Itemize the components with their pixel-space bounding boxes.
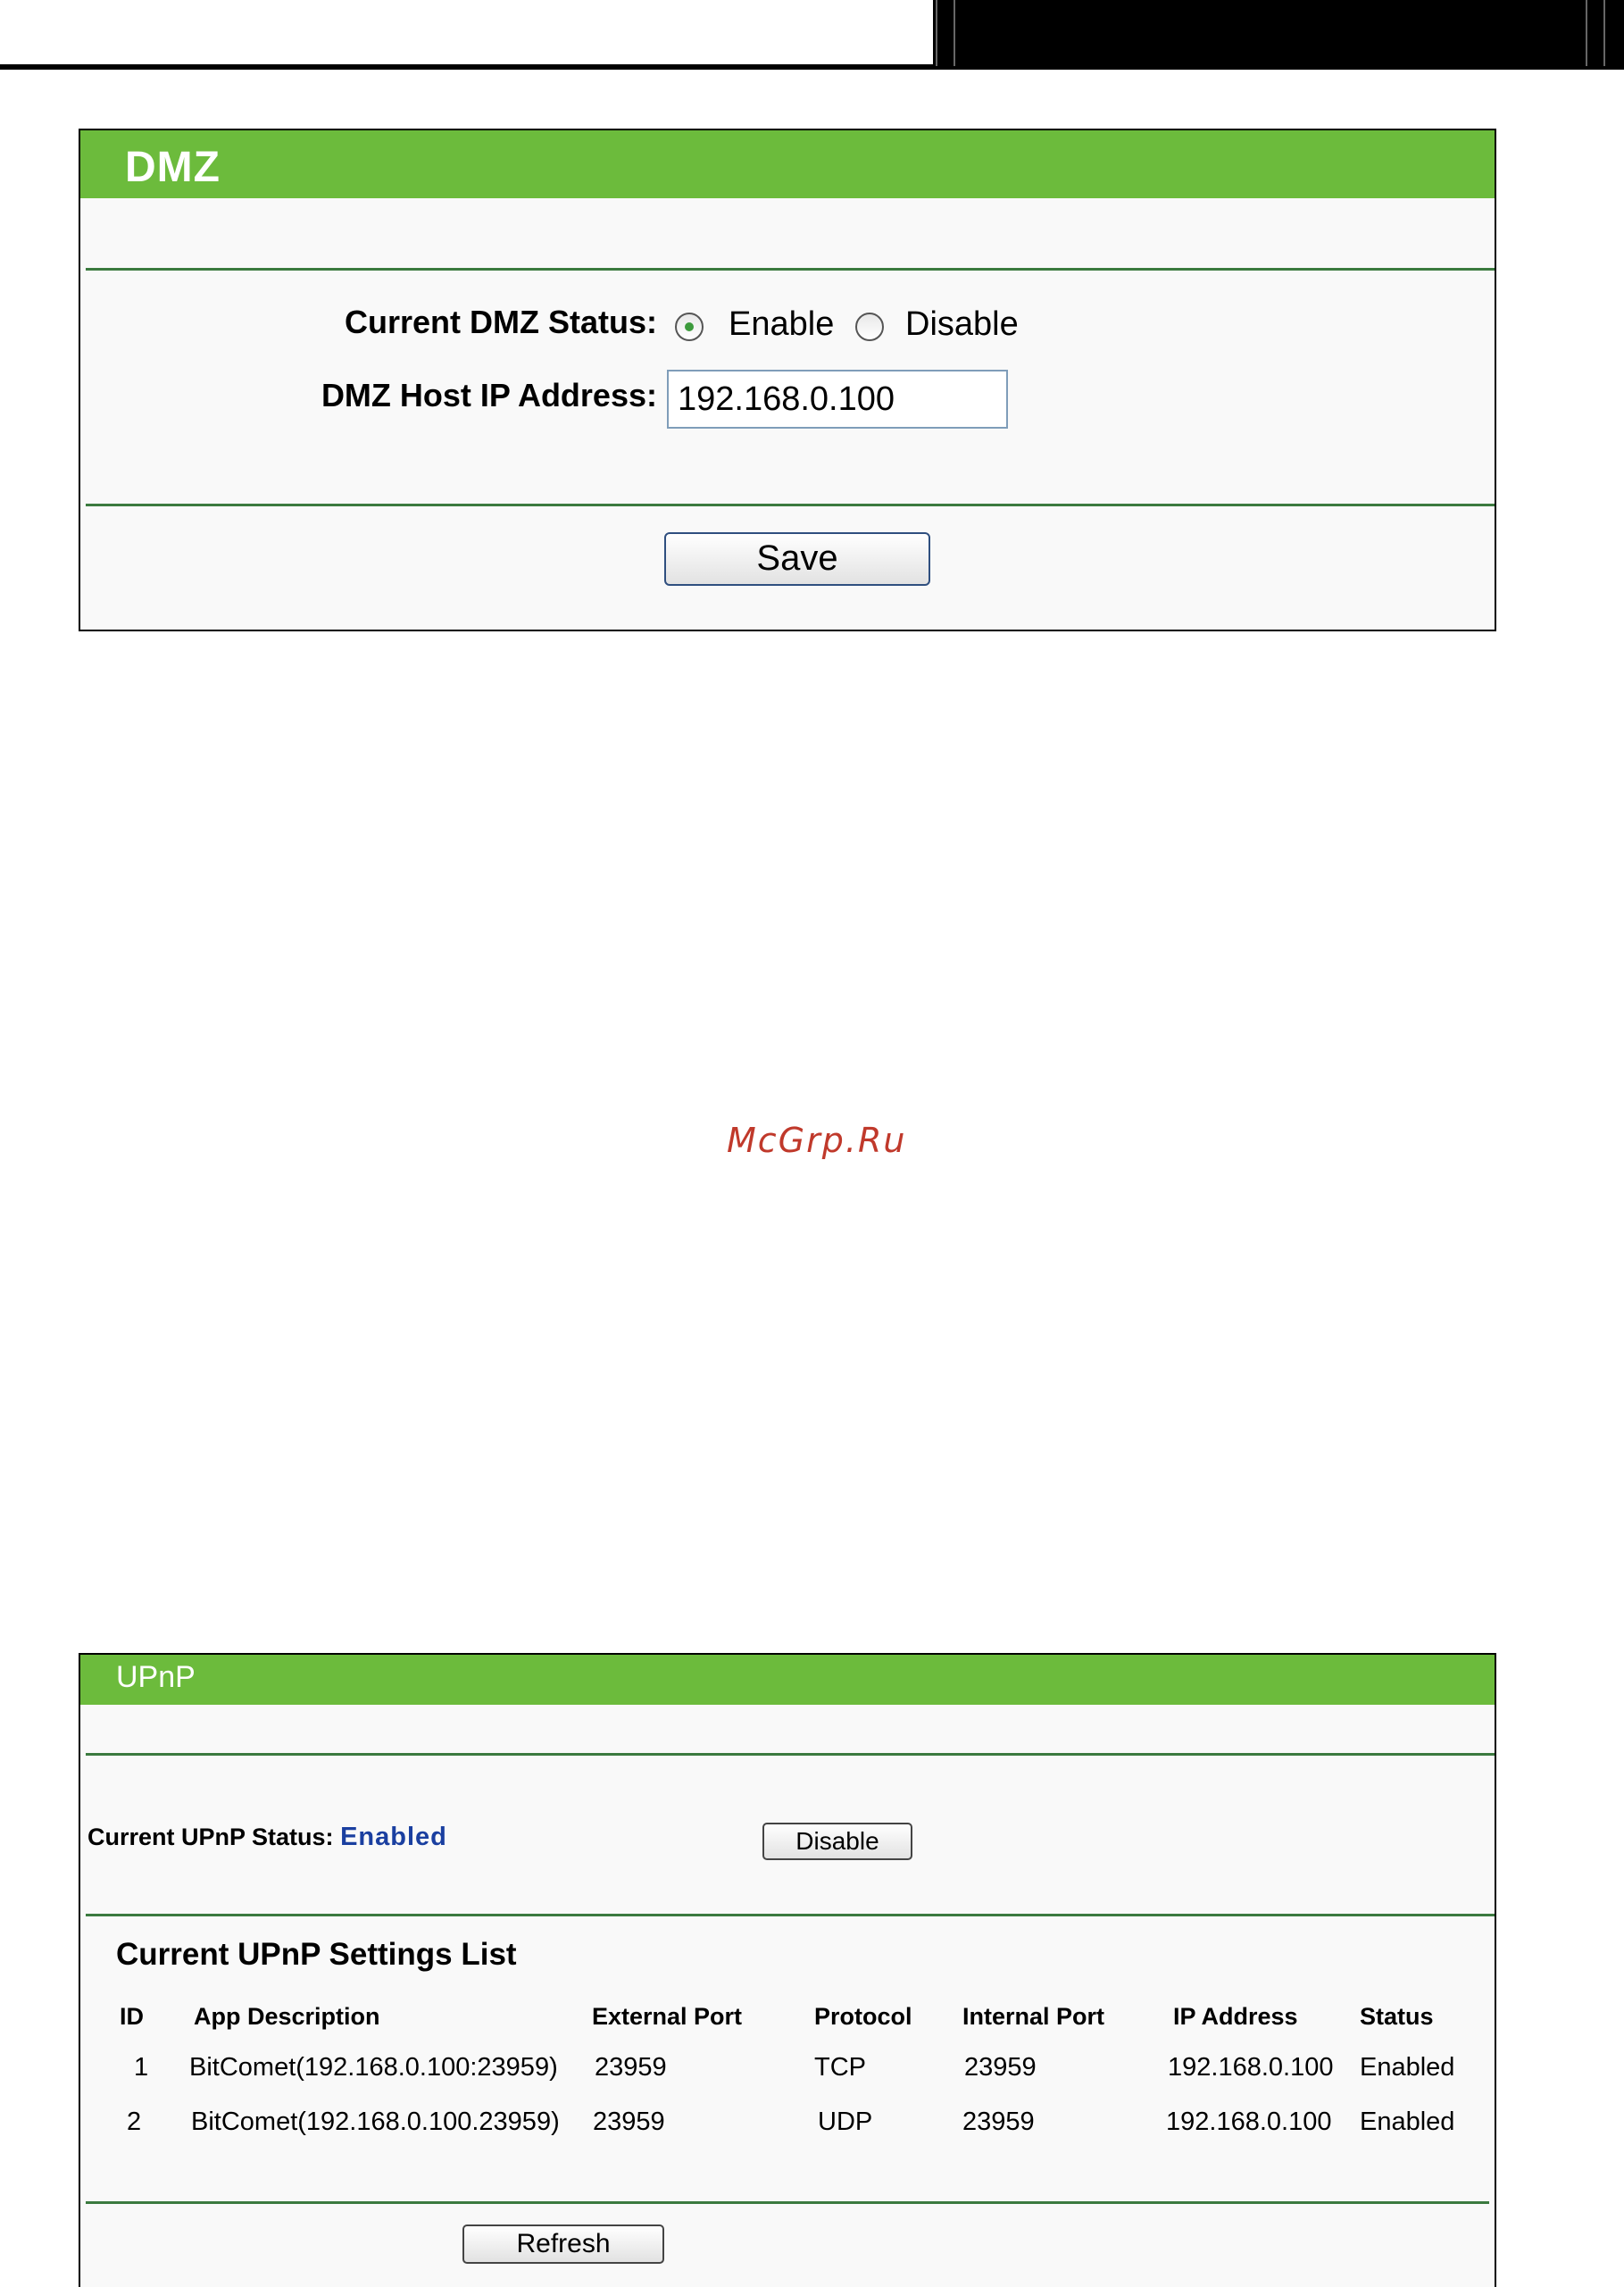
cell-internal-port: 23959 bbox=[964, 2053, 1037, 2082]
save-button[interactable]: Save bbox=[664, 532, 930, 586]
dmz-host-ip-input[interactable] bbox=[667, 370, 1008, 429]
enable-radio-label[interactable]: Enable bbox=[729, 305, 834, 344]
divider bbox=[86, 268, 1495, 271]
col-header-status: Status bbox=[1360, 2003, 1434, 2030]
col-header-internal-port: Internal Port bbox=[962, 2003, 1105, 2030]
upnp-disable-button[interactable]: Disable bbox=[762, 1823, 912, 1860]
divider bbox=[86, 504, 1495, 506]
dmz-host-ip-label: DMZ Host IP Address: bbox=[321, 377, 657, 413]
cell-external-port: 23959 bbox=[593, 2108, 665, 2136]
cell-ip-address: 192.168.0.100 bbox=[1166, 2108, 1332, 2136]
cell-app-description: BitComet(192.168.0.100:23959) bbox=[189, 2053, 558, 2082]
header-rule bbox=[0, 64, 933, 70]
divider bbox=[86, 1914, 1495, 1916]
col-header-id: ID bbox=[120, 2003, 144, 2030]
col-header-app-description: App Description bbox=[194, 2003, 380, 2030]
cell-ip-address: 192.168.0.100 bbox=[1168, 2053, 1334, 2082]
col-header-external-port: External Port bbox=[592, 2003, 743, 2030]
upnp-status: Current UPnP Status: Enabled bbox=[87, 1823, 447, 1852]
enable-radio[interactable] bbox=[675, 313, 704, 341]
disable-radio[interactable] bbox=[855, 313, 884, 341]
dmz-status-label: Current DMZ Status: bbox=[345, 304, 657, 340]
cell-status: Enabled bbox=[1360, 2053, 1455, 2082]
upnp-status-label: Current UPnP Status: bbox=[87, 1824, 334, 1850]
header-block bbox=[933, 0, 1624, 70]
dmz-title: DMZ bbox=[80, 130, 1495, 198]
cell-id: 2 bbox=[127, 2108, 142, 2136]
cell-id: 1 bbox=[134, 2053, 149, 2082]
watermark: McGrp.Ru bbox=[727, 1121, 907, 1160]
cell-internal-port: 23959 bbox=[962, 2108, 1035, 2136]
col-header-ip-address: IP Address bbox=[1173, 2003, 1298, 2030]
cell-protocol: UDP bbox=[818, 2108, 873, 2136]
upnp-list-title: Current UPnP Settings List bbox=[116, 1937, 517, 1972]
disable-radio-label[interactable]: Disable bbox=[905, 305, 1019, 344]
cell-protocol: TCP bbox=[814, 2053, 866, 2082]
refresh-button[interactable]: Refresh bbox=[462, 2224, 664, 2264]
header-tab-right bbox=[1586, 0, 1605, 66]
cell-app-description: BitComet(192.168.0.100.23959) bbox=[191, 2108, 560, 2136]
upnp-status-value: Enabled bbox=[340, 1823, 447, 1851]
col-header-protocol: Protocol bbox=[814, 2003, 912, 2030]
divider bbox=[86, 1753, 1495, 1756]
cell-status: Enabled bbox=[1360, 2108, 1455, 2136]
upnp-title: UPnP bbox=[80, 1655, 1495, 1705]
cell-external-port: 23959 bbox=[595, 2053, 667, 2082]
header-tab-left bbox=[936, 0, 955, 66]
radio-selected-dot bbox=[685, 322, 694, 331]
divider bbox=[86, 2201, 1489, 2204]
dmz-panel: DMZ Current DMZ Status: Enable Disable D… bbox=[79, 129, 1496, 631]
upnp-panel: UPnP Current UPnP Status: Enabled Disabl… bbox=[79, 1653, 1496, 2287]
